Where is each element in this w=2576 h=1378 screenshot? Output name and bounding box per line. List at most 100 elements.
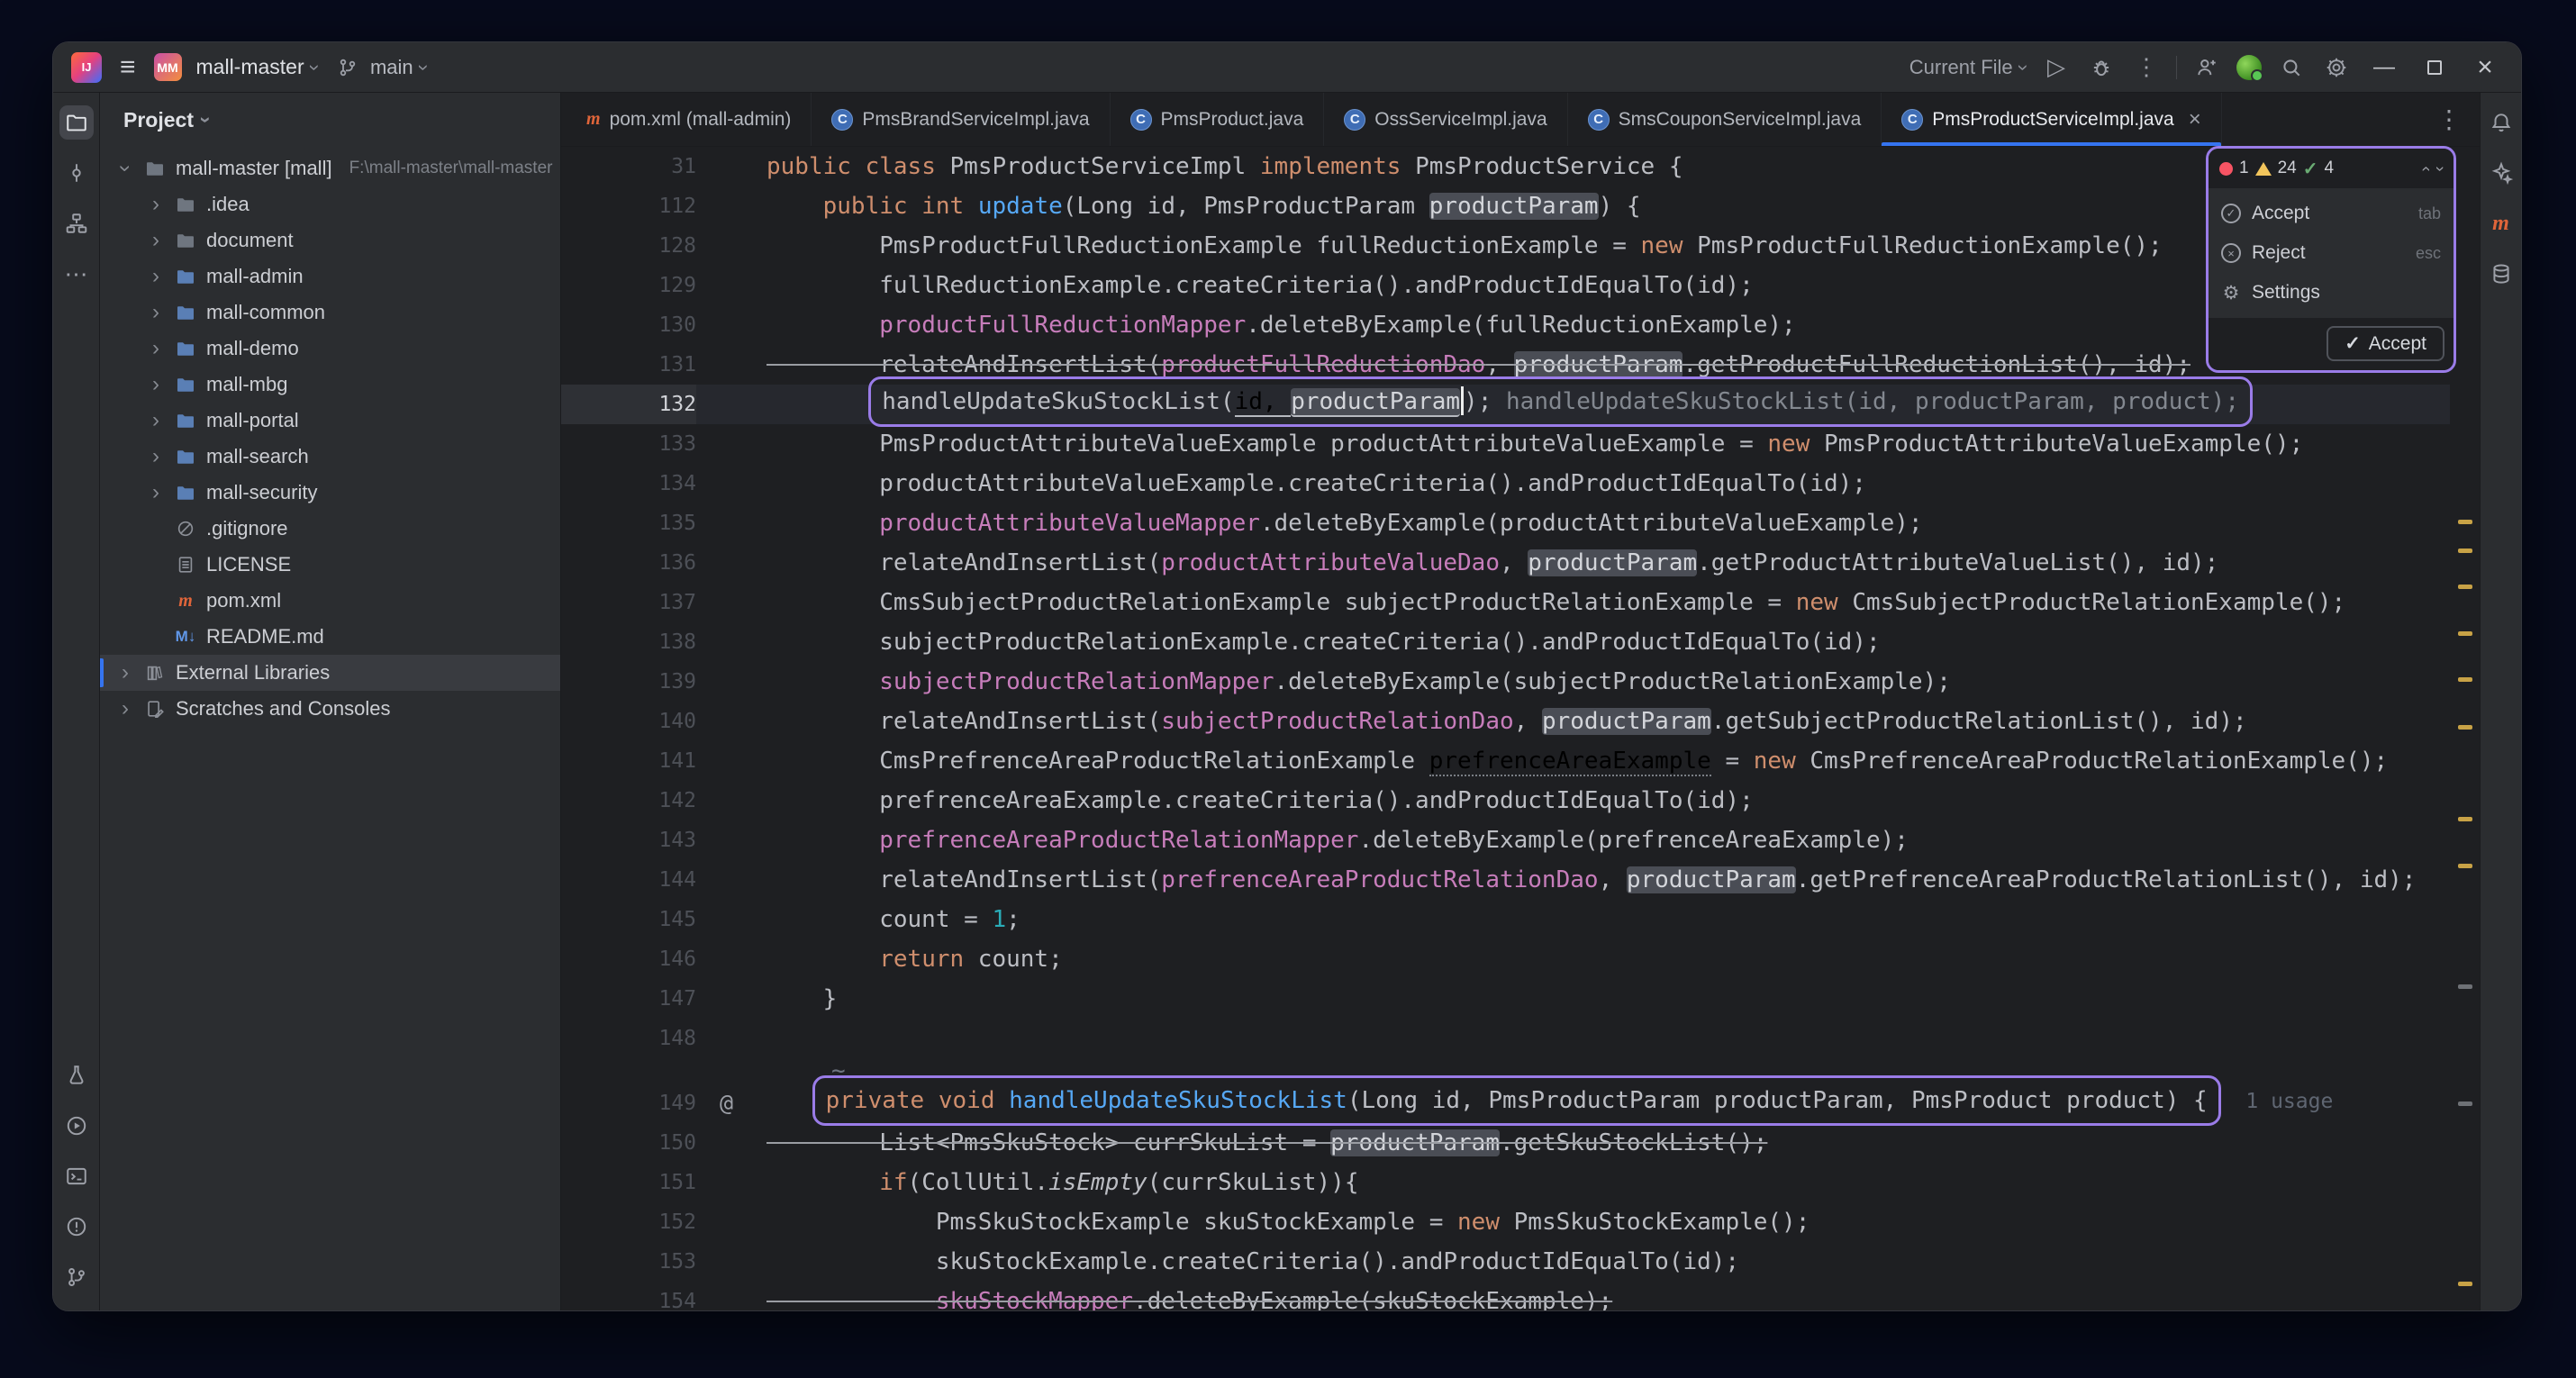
tree-item-license[interactable]: LICENSE [100, 547, 560, 583]
code-text[interactable]: relateAndInsertList(subjectProductRelati… [696, 702, 2247, 741]
close-button[interactable]: × [2467, 52, 2503, 83]
line-number[interactable]: 143 [561, 820, 696, 860]
line-number[interactable]: 145 [561, 900, 696, 939]
warning-stripe-mark[interactable] [2458, 725, 2472, 730]
next-problem-icon[interactable]: › [2431, 166, 2450, 171]
commit-icon[interactable] [59, 156, 94, 190]
editor-tab-smscouponserviceimpl-java[interactable]: C SmsCouponServiceImpl.java [1568, 93, 1882, 146]
tree-item-mall-security[interactable]: › mall-security [100, 475, 560, 511]
line-number[interactable]: 133 [561, 424, 696, 464]
code-text[interactable]: productFullReductionMapper.deleteByExamp… [696, 305, 1795, 345]
line-number[interactable]: 131 [561, 345, 696, 385]
warning-stripe-mark[interactable] [2458, 585, 2472, 589]
line-number[interactable]: 140 [561, 702, 696, 741]
code-text[interactable]: relateAndInsertList(productAttributeValu… [696, 543, 2218, 583]
warning-stripe-mark[interactable] [2458, 548, 2472, 553]
code-text[interactable]: productAttributeValueExample.createCrite… [696, 464, 1866, 503]
code-text[interactable]: relateAndInsertList(prefrenceAreaProduct… [696, 860, 2416, 900]
minimize-button[interactable]: — [2366, 52, 2402, 83]
code-text[interactable]: skuStockExample.createCriteria().andProd… [696, 1242, 1739, 1282]
line-number[interactable]: 136 [561, 543, 696, 583]
tree-chevron-icon[interactable]: › [147, 300, 165, 325]
tree-item-mall-mbg[interactable]: › mall-mbg [100, 367, 560, 403]
line-number[interactable]: 31 [561, 147, 696, 186]
warning-stripe-mark[interactable] [2458, 631, 2472, 636]
tree-chevron-icon[interactable]: › [116, 696, 134, 721]
warning-stripe-mark[interactable] [2458, 520, 2472, 524]
line-number[interactable]: 151 [561, 1163, 696, 1202]
code-text[interactable]: } [696, 979, 838, 1019]
services-icon[interactable] [59, 1109, 94, 1143]
line-number[interactable]: 128 [561, 226, 696, 266]
settings-gear-icon[interactable] [2321, 52, 2352, 83]
code-text[interactable]: productAttributeValueMapper.deleteByExam… [696, 503, 1922, 543]
code-text[interactable]: fullReductionExample.createCriteria().an… [696, 266, 1754, 305]
more-actions-icon[interactable]: ⋮ [2131, 52, 2162, 83]
line-number[interactable]: 148 [561, 1019, 696, 1058]
reject-menu-item[interactable]: × Reject esc [2209, 233, 2454, 273]
structure-icon[interactable] [59, 206, 94, 240]
code-text[interactable]: count = 1; [696, 900, 1020, 939]
tree-item-document[interactable]: › document [100, 222, 560, 258]
line-number[interactable]: 132 [561, 385, 696, 424]
line-number[interactable]: 135 [561, 503, 696, 543]
editor-tab-ossserviceimpl-java[interactable]: C OssServiceImpl.java [1324, 93, 1568, 146]
code-text[interactable]: skuStockMapper.deleteByExample(skuStockE… [696, 1282, 1612, 1310]
line-number[interactable]: 144 [561, 860, 696, 900]
search-icon[interactable] [2276, 52, 2307, 83]
tree-item-gitignore[interactable]: .gitignore [100, 511, 560, 547]
code-text[interactable]: public class PmsProductServiceImpl imple… [696, 147, 1683, 186]
code-text[interactable]: PmsProductFullReductionExample fullReduc… [696, 226, 2162, 266]
tree-chevron-icon[interactable]: › [147, 408, 165, 433]
line-number[interactable]: 152 [561, 1202, 696, 1242]
line-number[interactable]: 149 [561, 1083, 696, 1123]
line-number[interactable]: 146 [561, 939, 696, 979]
info-stripe-mark[interactable] [2458, 1101, 2472, 1106]
line-number[interactable]: 129 [561, 266, 696, 305]
tree-item-external-libraries[interactable]: › External Libraries [100, 655, 560, 691]
tree-item-pom-xml[interactable]: m pom.xml [100, 583, 560, 619]
main-menu-icon[interactable]: ≡ [116, 53, 140, 81]
tree-chevron-icon[interactable]: › [147, 336, 165, 361]
warning-stripe-mark[interactable] [2458, 817, 2472, 821]
line-number[interactable]: 141 [561, 741, 696, 781]
tree-item-mall-admin[interactable]: › mall-admin [100, 258, 560, 295]
tree-chevron-icon[interactable]: › [147, 228, 165, 253]
code-with-me-icon[interactable] [2191, 52, 2222, 83]
accept-button[interactable]: ✓ Accept [2327, 326, 2444, 361]
tree-chevron-icon[interactable]: › [147, 264, 165, 289]
inspections-widget[interactable]: 1 24 ✓ 4 › › [2209, 149, 2454, 188]
tree-item-mall-search[interactable]: › mall-search [100, 439, 560, 475]
editor-tab-pmsbrandserviceimpl-java[interactable]: C PmsBrandServiceImpl.java [812, 93, 1111, 146]
vcs-branch-selector[interactable]: main › [332, 52, 435, 83]
tree-chevron-icon[interactable]: › [113, 159, 138, 177]
code-text[interactable]: prefrenceAreaProductRelationMapper.delet… [696, 820, 1909, 860]
editor-tab-pom-xml-mall-admin[interactable]: m pom.xml (mall-admin) [567, 93, 812, 146]
tree-chevron-icon[interactable]: › [147, 192, 165, 217]
line-number[interactable]: 150 [561, 1123, 696, 1163]
code-editor[interactable]: 31 public class PmsProductServiceImpl imp… [561, 147, 2450, 1310]
close-tab-icon[interactable]: × [2189, 107, 2201, 132]
warning-stripe-mark[interactable] [2458, 1282, 2472, 1286]
version-control-icon[interactable] [59, 1260, 94, 1294]
terminal-icon[interactable] [59, 1159, 94, 1193]
project-panel-header[interactable]: Project › [100, 93, 560, 147]
tree-item-scratches-and-consoles[interactable]: › Scratches and Consoles [100, 691, 560, 727]
warning-stripe-mark[interactable] [2458, 864, 2472, 868]
tree-item-mall-master-mall[interactable]: › mall-master [mall] F:\mall-master\mall-m… [100, 150, 560, 186]
debug-icon[interactable] [2086, 52, 2117, 83]
line-number[interactable]: 139 [561, 662, 696, 702]
code-text[interactable]: prefrenceAreaExample.createCriteria().an… [696, 781, 1754, 820]
database-icon[interactable] [2484, 257, 2518, 291]
code-text[interactable]: CmsPrefrenceAreaProductRelationExample p… [696, 741, 2388, 781]
code-text[interactable]: PmsSkuStockExample skuStockExample = new… [696, 1202, 1810, 1242]
project-selector[interactable]: mall-master › [196, 55, 327, 79]
line-number[interactable]: 137 [561, 583, 696, 622]
tree-item-mall-demo[interactable]: › mall-demo [100, 331, 560, 367]
project-badge[interactable]: MM [153, 53, 182, 81]
code-text[interactable]: private void handleUpdateSkuStockList(Lo… [696, 1075, 2333, 1126]
tree-item-idea[interactable]: › .idea [100, 186, 560, 222]
run-configuration-selector[interactable]: Current File › [1909, 56, 2036, 79]
line-number[interactable]: 138 [561, 622, 696, 662]
settings-menu-item[interactable]: ⚙ Settings [2209, 273, 2454, 313]
